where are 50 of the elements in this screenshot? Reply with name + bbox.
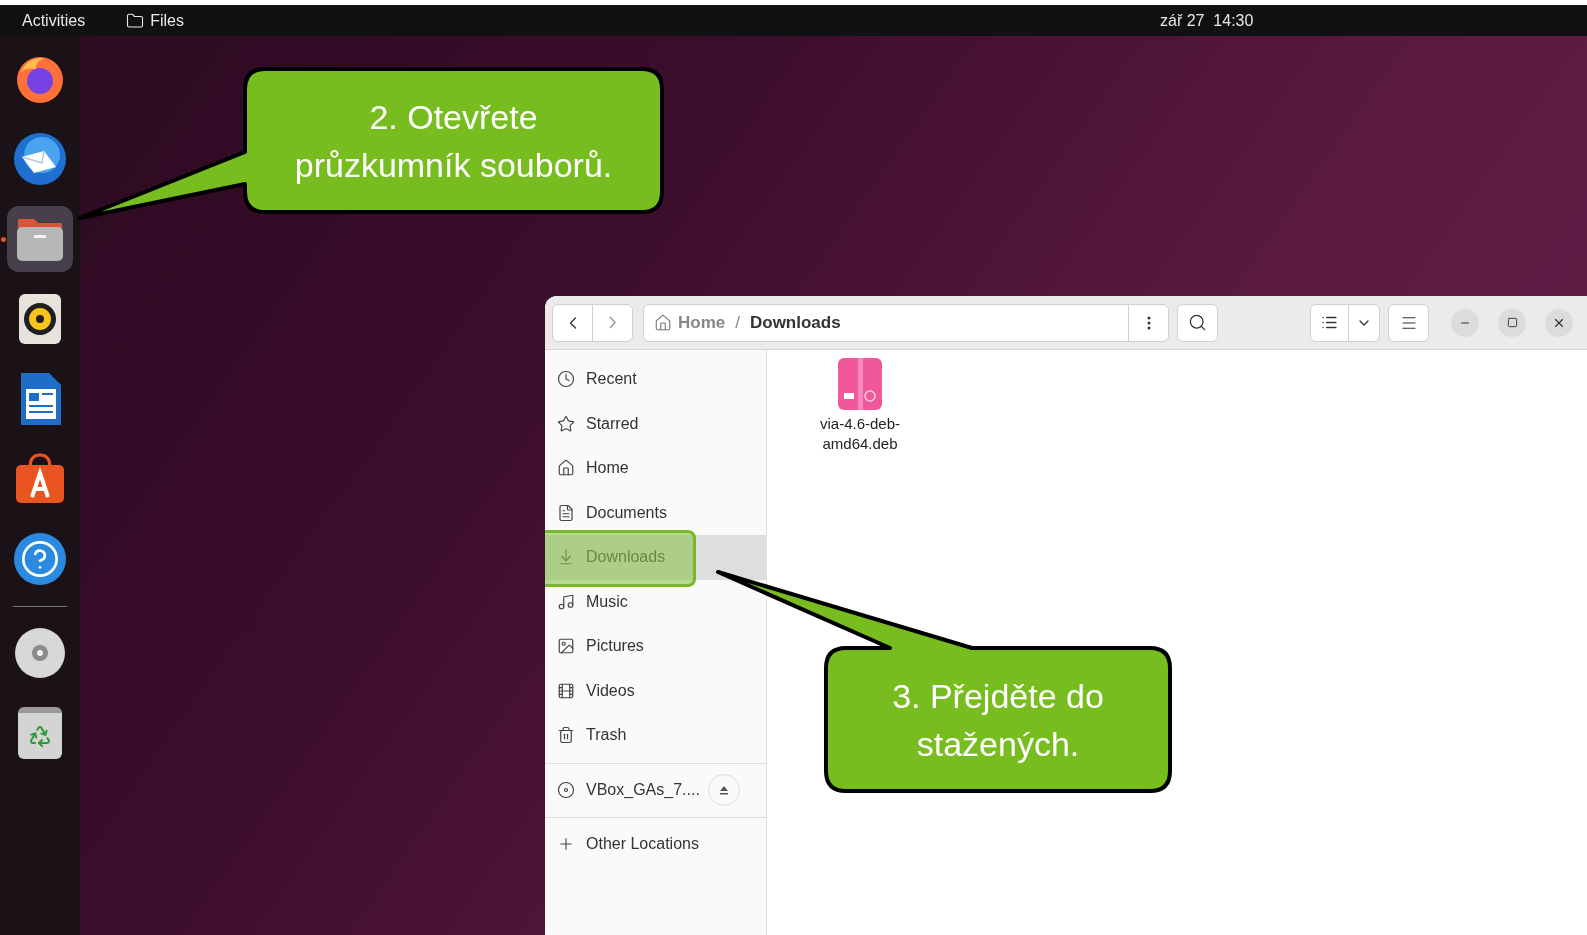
dock-item[interactable] [7, 206, 73, 272]
sidebar-item[interactable]: Pictures [545, 624, 766, 669]
search-button[interactable] [1177, 303, 1218, 342]
picture-icon [557, 637, 575, 656]
sidebar-item[interactable]: Videos [545, 668, 766, 713]
disc-icon [14, 627, 66, 679]
list-icon [1321, 314, 1338, 331]
speaker-icon [17, 292, 63, 346]
chevron-right-icon [609, 316, 616, 329]
sidebar-item[interactable]: Music [545, 579, 766, 624]
help-icon [14, 533, 66, 585]
document-icon [557, 503, 575, 522]
sidebar-item[interactable]: Other Locations [545, 817, 766, 871]
sidebar-item[interactable]: Trash [545, 713, 766, 758]
clock[interactable]: zář 27 14:30 [1160, 8, 1254, 33]
download-icon [557, 548, 575, 567]
file-item[interactable]: via-4.6-deb-amd64.deb [805, 357, 915, 454]
music-note-icon [557, 592, 575, 611]
sidebar-item[interactable]: Home [545, 446, 766, 491]
shopping-bag-icon [14, 453, 66, 505]
folder-icon [126, 11, 145, 30]
sidebar-item[interactable]: VBox_GAs_7.... [545, 763, 766, 817]
path-segment[interactable]: Downloads [749, 309, 841, 336]
mail-bird-icon [12, 131, 68, 187]
app-menu[interactable]: Files [150, 8, 184, 33]
callout-text: 3. Přejděte do stažených. [891, 675, 1105, 765]
file-name: via-4.6-deb-amd64.deb [818, 414, 901, 454]
callout-text: 2. Otevřete průzkumník souborů. [293, 96, 614, 186]
disc-icon [557, 781, 575, 799]
eject-icon [718, 785, 729, 795]
sidebar-item[interactable]: Starred [545, 401, 766, 446]
home-icon [557, 459, 575, 478]
home-icon [654, 313, 672, 332]
path-separator: / [735, 311, 740, 334]
recycle-bin-icon [18, 707, 62, 759]
maximize-icon [1506, 317, 1518, 328]
search-icon [1188, 313, 1207, 332]
more-icon [1146, 315, 1151, 330]
star-icon [557, 414, 575, 433]
sidebar-item[interactable]: Recent [545, 357, 766, 402]
plus-icon [557, 835, 575, 853]
maximize-button[interactable] [1498, 308, 1526, 337]
clock-icon [557, 370, 575, 389]
trash-icon [557, 726, 575, 745]
package-icon [837, 357, 883, 411]
sidebar-item[interactable]: Documents [545, 490, 766, 535]
path-segment[interactable]: Home [678, 309, 726, 336]
menu-button[interactable] [1388, 303, 1429, 342]
activities-button[interactable]: Activities [22, 8, 86, 33]
film-icon [557, 681, 575, 700]
